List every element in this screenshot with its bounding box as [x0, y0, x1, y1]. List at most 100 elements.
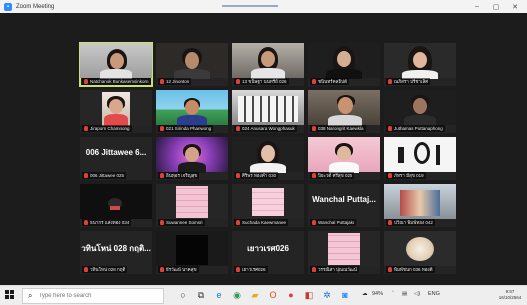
mic-muted-icon: [84, 220, 88, 225]
mic-muted-icon: [312, 220, 316, 225]
participant-display-name: Wanchal Puttaj...: [312, 195, 376, 204]
participant-name: ศิริพร ทองคำ 030: [242, 173, 277, 178]
maximize-button[interactable]: ▢: [487, 0, 505, 13]
minimize-button[interactable]: –: [468, 0, 486, 13]
start-button[interactable]: [5, 290, 15, 300]
mic-muted-icon: [236, 173, 240, 178]
participant-tile[interactable]: 021 Sirinda Phanwong: [156, 90, 228, 133]
task-view-icon[interactable]: ⧉: [196, 290, 206, 300]
participant-name: Juthamas Puttanaphong: [394, 126, 443, 131]
participant-name: 12 Jinonton: [166, 79, 190, 84]
chrome-icon[interactable]: ◉: [232, 290, 242, 300]
participant-name: วทินโหน่ 028 กฤติ: [90, 267, 126, 272]
title-bar: ▪ Zoom Meeting – ▢ ✕: [0, 0, 527, 13]
close-button[interactable]: ✕: [506, 0, 524, 13]
mic-muted-icon: [84, 173, 88, 178]
participant-name: Suchada Kaewmanee: [242, 220, 287, 225]
participant-tile[interactable]: Suchada Kaewmanee: [232, 184, 304, 227]
participant-display-name: เยาวเรศ026: [247, 244, 289, 253]
participant-name: 021 Sirinda Phanwong: [166, 126, 212, 131]
mic-muted-icon: [388, 173, 392, 178]
mic-muted-icon: [312, 173, 316, 178]
participant-tile[interactable]: Juthamas Puttanaphong: [384, 90, 456, 133]
participant-tile[interactable]: 024 Anusara Wongphasuk: [232, 90, 304, 133]
participant-tile[interactable]: 13 ขนิษฐา นนทรีย์ 026: [232, 43, 304, 86]
participant-tile[interactable]: เยาวเรศ026 เยาวเรศ026: [232, 231, 304, 274]
participant-tile[interactable]: Natchanok Bunkasemsinkorn: [79, 42, 153, 87]
participant-tile[interactable]: ธนากร แสงทอง 034: [80, 184, 152, 227]
mic-muted-icon: [160, 267, 164, 272]
participant-tile[interactable]: Jiraporn Chamnong: [80, 90, 152, 133]
file-explorer-icon[interactable]: ▰: [250, 290, 260, 300]
participant-name: 024 Anusara Wongphasuk: [242, 126, 295, 131]
participant-tile[interactable]: ภัทรา มีสุข 019: [384, 137, 456, 180]
participant-tile[interactable]: Wanchal Puttaj... Wanchal Puttajakr: [308, 184, 380, 227]
participant-display-name: 006 Jittawee 6...: [85, 148, 147, 157]
mic-muted-icon: [236, 220, 240, 225]
participant-tile[interactable]: ธีรวัฒน์ นาคสุข: [156, 231, 228, 274]
battery-percent: 94%: [372, 291, 384, 297]
participant-name: 13 ขนิษฐา นนทรีย์ 026: [242, 79, 287, 84]
participant-name: ปิยะวดี ศรีสุข 025: [318, 173, 353, 178]
participant-name: Natchanok Bunkasemsinkorn: [90, 79, 149, 84]
pdf-icon[interactable]: ◧: [304, 290, 314, 300]
participant-tile[interactable]: อินทุอร เจริญสุข: [156, 137, 228, 180]
participant-name: พิมพ์ชนก 036 ทองดี: [394, 267, 433, 272]
gallery-view: Natchanok Bunkasemsinkorn 12 Jinonton 13…: [79, 42, 456, 275]
participant-display-name: วทินโหน่ 028 กฤติ...: [81, 244, 151, 253]
participant-name: ภัทรา มีสุข 019: [394, 173, 424, 178]
participant-name: ปวีณา พิมพ์ทอง 042: [394, 220, 433, 225]
participant-tile[interactable]: Suwannee Somsri: [156, 184, 228, 227]
taskbar-search-box[interactable]: ⌕: [22, 288, 164, 304]
meeting-area: Natchanok Bunkasemsinkorn 12 Jinonton 13…: [0, 13, 527, 285]
mic-muted-icon: [388, 220, 392, 225]
mic-muted-icon: [236, 79, 240, 84]
window-title: Zoom Meeting: [16, 3, 55, 10]
mic-muted-icon: [388, 126, 392, 131]
participant-name: ณภิสรา ปรีชาเลิศ: [394, 79, 429, 84]
participant-tile[interactable]: พิมพ์ชนก 036 ทองดี: [384, 231, 456, 274]
mic-muted-icon: [236, 126, 240, 131]
participant-tile[interactable]: ณภิสรา ปรีชาเลิศ: [384, 43, 456, 86]
participant-name: ธนากร แสงทอง 034: [90, 220, 130, 225]
participant-name: Jiraporn Chamnong: [90, 126, 130, 131]
participant-tile[interactable]: ศิริพร ทองคำ 030: [232, 137, 304, 180]
participant-name: Suwannee Somsri: [166, 220, 203, 225]
mic-muted-icon: [84, 267, 88, 272]
participant-name: วรรณิสา ปุณณวัฒน์: [318, 267, 357, 272]
participant-tile[interactable]: ปวีณา พิมพ์ทอง 042: [384, 184, 456, 227]
weather-icon[interactable]: ☁: [362, 291, 368, 297]
zoom-taskbar-icon[interactable]: ◙: [340, 290, 350, 300]
participant-tile[interactable]: 038 Narongrit Kaewkla: [308, 90, 380, 133]
participant-name: 006 Jittawee 025: [90, 173, 125, 178]
mic-muted-icon: [160, 126, 164, 131]
network-icon[interactable]: ▤: [402, 291, 407, 297]
language-icon[interactable]: ENG: [428, 291, 440, 297]
volume-icon[interactable]: ◁): [414, 291, 420, 297]
meeting-info-bar[interactable]: [222, 5, 278, 7]
settings-icon[interactable]: ✲: [322, 290, 332, 300]
record-icon[interactable]: ●: [286, 290, 296, 300]
mic-muted-icon: [388, 267, 392, 272]
participant-tile[interactable]: วรรณิสา ปุณณวัฒน์: [308, 231, 380, 274]
participant-tile[interactable]: 12 Jinonton: [156, 43, 228, 86]
clock-date: 16/10/2564: [498, 295, 522, 300]
office-icon[interactable]: O: [268, 290, 278, 300]
tray-chevron-icon[interactable]: ˆ: [392, 291, 394, 297]
windows-taskbar: ⌕ ○ ⧉ e ◉ ▰ O ● ◧ ✲ ◙ ☁ 94% ˆ ▤ ◁) ENG 9…: [0, 285, 527, 305]
mic-muted-icon: [84, 126, 88, 131]
mic-muted-icon: [312, 126, 316, 131]
participant-tile[interactable]: วทินโหน่ 028 กฤติ... วทินโหน่ 028 กฤติ: [80, 231, 152, 274]
edge-icon[interactable]: e: [214, 290, 224, 300]
search-icon: ⌕: [28, 291, 33, 300]
zoom-app-icon: ▪: [4, 2, 12, 11]
mic-muted-icon: [160, 173, 164, 178]
mic-muted-icon: [84, 79, 88, 84]
mic-muted-icon: [312, 79, 316, 84]
participant-tile[interactable]: ชนินทร์คลธิปต์: [308, 43, 380, 86]
participant-tile[interactable]: 006 Jittawee 6... 006 Jittawee 025: [80, 137, 152, 180]
search-input[interactable]: [36, 292, 151, 300]
taskbar-clock[interactable]: 9:57 16/10/2564: [496, 289, 524, 301]
cortana-icon[interactable]: ○: [178, 290, 188, 300]
participant-tile[interactable]: ปิยะวดี ศรีสุข 025: [308, 137, 380, 180]
